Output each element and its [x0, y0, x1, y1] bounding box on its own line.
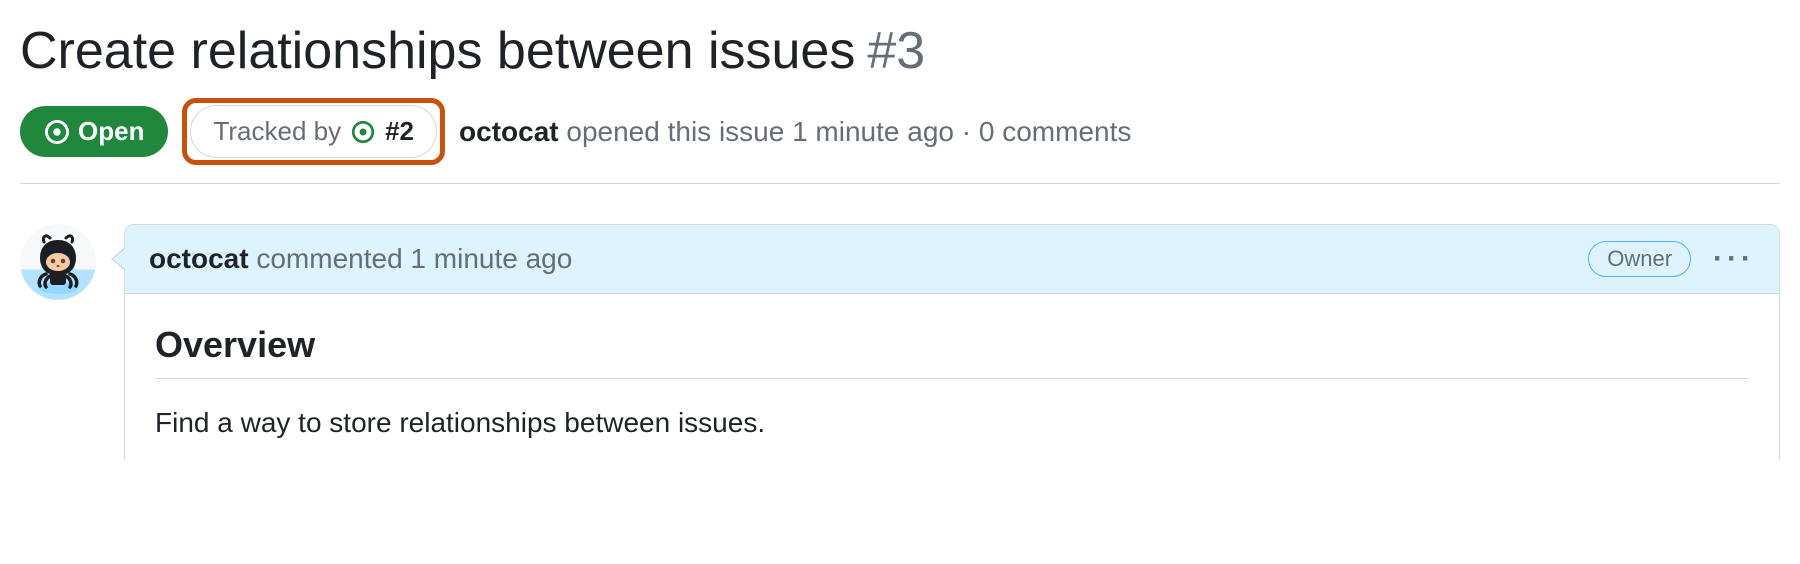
tracked-by-highlight: Tracked by #2 [182, 98, 445, 165]
issue-open-icon [351, 120, 375, 144]
comment-actions: Owner ··· [1588, 241, 1755, 277]
timeline: octocat commented 1 minute ago Owner ···… [20, 224, 1780, 459]
owner-badge: Owner [1588, 241, 1691, 277]
issue-meta-row: Open Tracked by #2 octocat opened this i… [20, 98, 1780, 165]
comments-count: 0 comments [979, 116, 1132, 147]
issue-open-icon [44, 119, 70, 145]
avatar[interactable] [20, 224, 96, 300]
octocat-icon [26, 230, 90, 294]
comment-author-link[interactable]: octocat [149, 243, 249, 274]
tracked-by-reference: #2 [385, 116, 414, 147]
comment-header: octocat commented 1 minute ago Owner ··· [125, 225, 1779, 294]
state-label: Open [78, 116, 144, 147]
author-link[interactable]: octocat [459, 116, 559, 147]
tracked-by-label: Tracked by [213, 116, 341, 147]
issue-byline: octocat opened this issue 1 minute ago ·… [459, 116, 1131, 148]
byline-separator: · [962, 116, 971, 147]
header-divider [20, 183, 1780, 184]
issue-header: Create relationships between issues #3 O… [20, 20, 1780, 165]
issue-title-row: Create relationships between issues #3 [20, 20, 1780, 82]
comment-body: Overview Find a way to store relationshi… [125, 294, 1779, 459]
comment-body-heading: Overview [155, 324, 1749, 379]
opened-text: opened this issue 1 minute ago [566, 116, 954, 147]
tracked-by-pill[interactable]: Tracked by #2 [190, 105, 437, 158]
issue-title: Create relationships between issues [20, 20, 855, 82]
issue-number: #3 [867, 21, 925, 81]
kebab-menu-icon[interactable]: ··· [1713, 244, 1755, 274]
comment-body-text: Find a way to store relationships betwee… [155, 407, 1749, 439]
state-badge-open: Open [20, 106, 168, 157]
comment-meta: octocat commented 1 minute ago [149, 243, 572, 275]
comment-action-text: commented 1 minute ago [256, 243, 572, 274]
comment: octocat commented 1 minute ago Owner ···… [124, 224, 1780, 459]
